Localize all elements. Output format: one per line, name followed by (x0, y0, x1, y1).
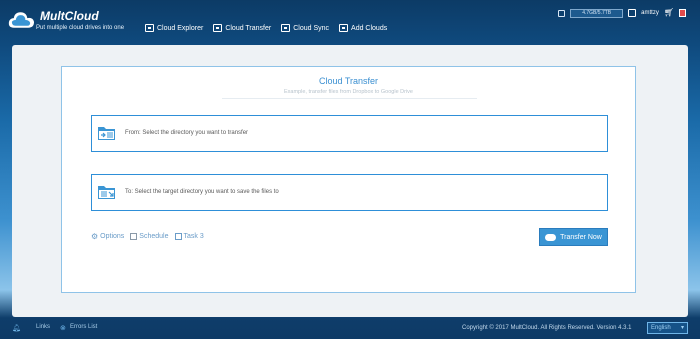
nav-label: Cloud Transfer (225, 24, 272, 32)
nav-add-clouds[interactable]: Add Clouds (339, 21, 387, 35)
gear-icon: ⚙ (91, 232, 99, 241)
target-directory-label: To: Select the target directory you want… (125, 189, 279, 195)
folder-source-icon (98, 127, 115, 140)
source-directory-label: From: Select the directory you want to t… (125, 130, 249, 136)
main-nav: Cloud Explorer Cloud Transfer Cloud Sync… (145, 21, 387, 35)
brand-name: MultCloud (40, 9, 99, 23)
nav-label: Cloud Sync (293, 24, 330, 32)
source-directory-selector[interactable]: From: Select the directory you want to t… (91, 115, 608, 152)
task-label: Task 3 (183, 233, 204, 240)
user-icon (628, 9, 637, 17)
task-name[interactable]: Task 3 (174, 233, 204, 240)
checkbox-icon[interactable] (130, 233, 138, 240)
errors-list-link[interactable]: Errors List (70, 324, 97, 330)
nav-label: Cloud Explorer (157, 24, 204, 32)
cloud-transfer-icon (213, 24, 223, 32)
footer: 🔔︎ Links ⊗ Errors List Copyright © 2017 … (0, 320, 700, 339)
edit-icon (174, 233, 182, 240)
page-subtitle: Example, transfer files from Dropbox to … (284, 89, 413, 95)
page-title: Cloud Transfer (318, 76, 379, 86)
transfer-now-button[interactable]: Transfer Now (539, 228, 608, 246)
schedule-checkbox[interactable]: Schedule (130, 233, 169, 240)
options-link[interactable]: ⚙ Options (91, 232, 124, 241)
nav-cloud-explorer[interactable]: Cloud Explorer (145, 21, 203, 35)
cloud-logo-icon (8, 12, 35, 28)
multcloud-logo[interactable]: MultCloud Put multiple cloud drives into… (8, 7, 128, 37)
folder-target-icon (98, 186, 115, 199)
cloud-explorer-icon (145, 24, 154, 32)
add-clouds-icon (339, 24, 349, 32)
cloud-upload-icon (545, 233, 557, 241)
nav-label: Add Clouds (351, 24, 388, 32)
cart-icon[interactable]: 🛒︎ (664, 9, 674, 17)
language-select[interactable]: English (647, 322, 688, 334)
transfer-card: Cloud Transfer Example, transfer files f… (61, 66, 636, 293)
title-divider (222, 98, 477, 99)
username[interactable]: amttzy (641, 10, 659, 16)
target-directory-selector[interactable]: To: Select the target directory you want… (91, 174, 608, 211)
gift-icon[interactable] (679, 9, 686, 17)
storage-usage-bar[interactable]: 4.7GB/5.7TB (570, 8, 624, 18)
schedule-label: Schedule (139, 233, 169, 240)
nav-cloud-transfer[interactable]: Cloud Transfer (213, 21, 271, 35)
transfer-options: ⚙ Options Schedule Task 3 (91, 232, 204, 241)
storage-icon (558, 9, 566, 17)
header-right: 4.7GB/5.7TB amttzy 🛒︎ (558, 7, 686, 19)
copyright-text: Copyright © 2017 MultCloud. All Rights R… (462, 325, 632, 331)
transfer-now-label: Transfer Now (560, 233, 602, 241)
cloud-sync-icon (281, 24, 291, 32)
bell-icon: 🔔︎ (12, 325, 21, 332)
nav-cloud-sync[interactable]: Cloud Sync (281, 21, 329, 35)
links-link[interactable]: Links (36, 324, 50, 330)
errors-icon: ⊗ (60, 325, 66, 332)
main-panel: Cloud Transfer Example, transfer files f… (12, 45, 688, 317)
options-label: Options (100, 233, 125, 240)
brand-tagline: Put multiple cloud drives into one (36, 25, 125, 31)
top-header: MultCloud Put multiple cloud drives into… (0, 0, 700, 44)
